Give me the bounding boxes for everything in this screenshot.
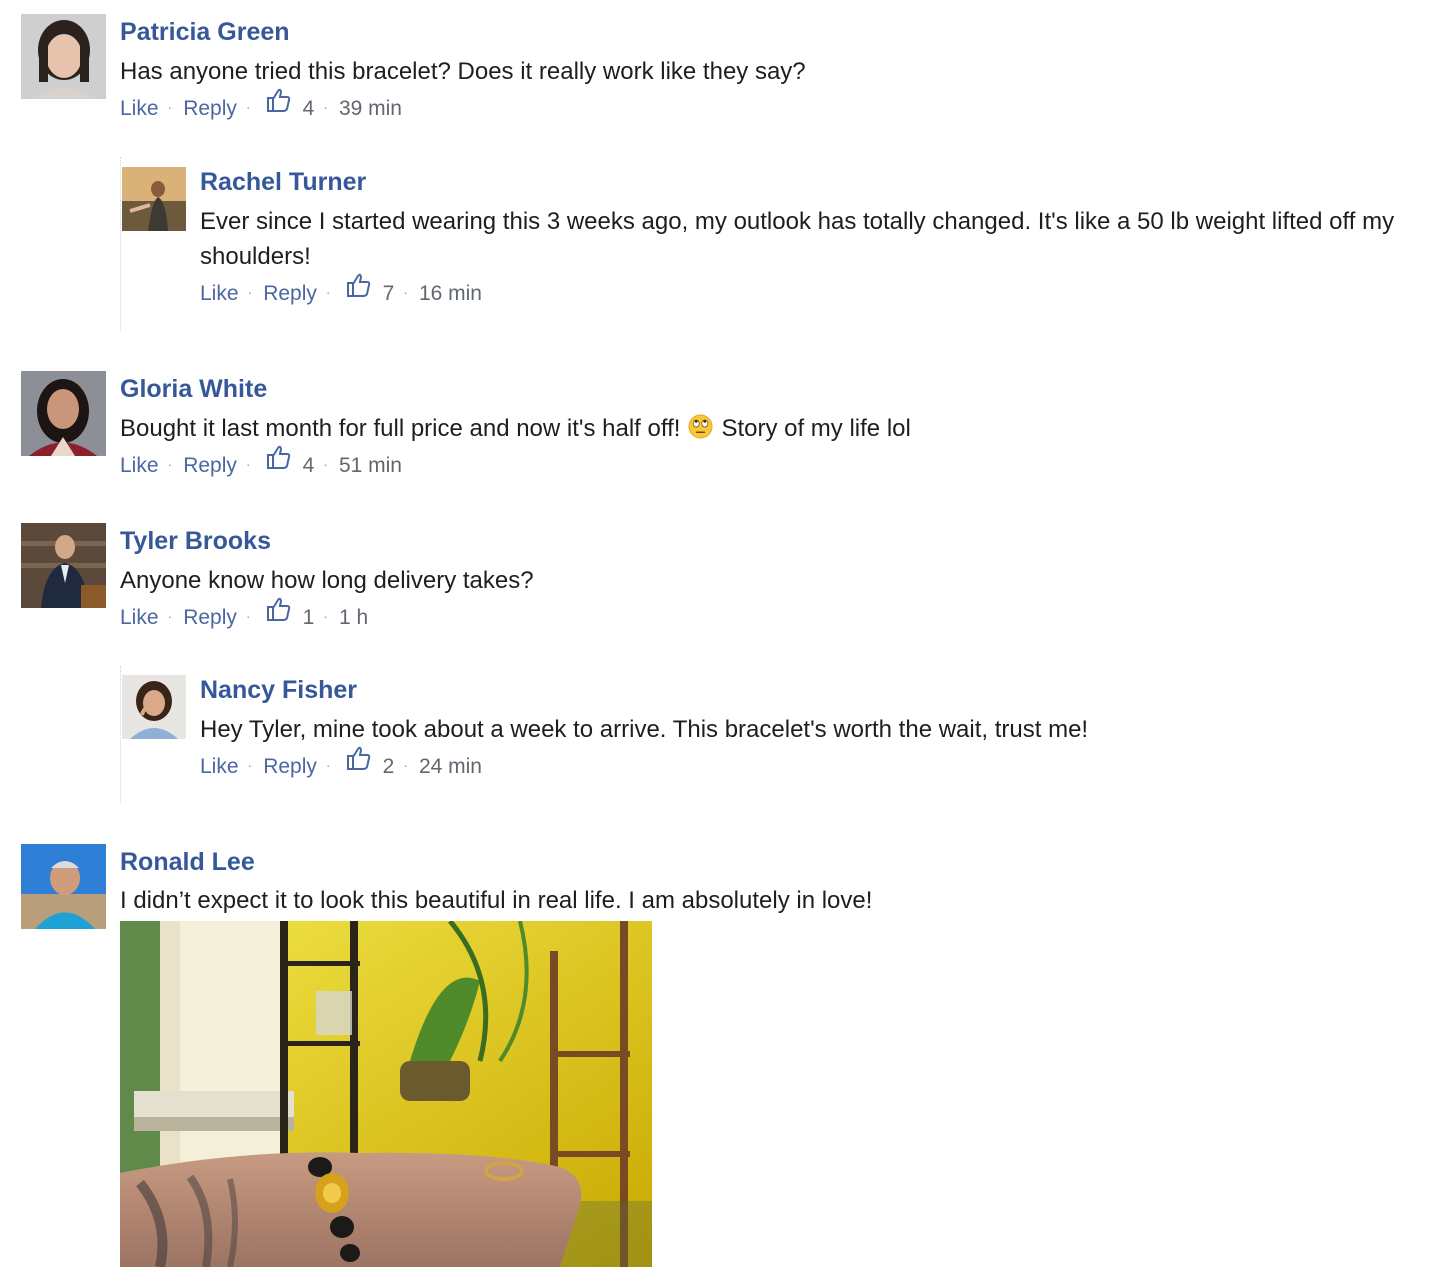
separator-dot: · [247,757,253,773]
reply-thread: Rachel Turner Ever since I started weari… [120,157,1451,331]
comment-author[interactable]: Rachel Turner [200,167,1450,197]
comment-time[interactable]: 16 min [419,282,482,306]
comment-text: Hey Tyler, mine took about a week to arr… [200,716,1089,743]
face-with-rolling-eyes-emoji [688,414,713,439]
comment-time[interactable]: 51 min [339,454,402,478]
avatar[interactable] [122,167,186,231]
thumbs-up-icon[interactable] [265,596,291,622]
separator-dot: · [323,608,328,624]
separator-dot: · [167,99,173,115]
separator-dot: · [323,99,328,115]
reply-link[interactable]: Reply [263,755,317,779]
avatar-image [21,523,106,608]
like-count: 7 [382,282,395,305]
like-count: 4 [302,97,315,120]
reply-link[interactable]: Reply [183,97,237,121]
avatar-image [122,167,186,231]
thumbs-up-icon[interactable] [265,87,291,113]
separator-dot: · [245,99,251,115]
avatar[interactable] [21,523,106,608]
separator-dot: · [403,757,408,773]
comment-author[interactable]: Tyler Brooks [120,526,534,556]
reply-thread: Nancy Fisher Hey Tyler, mine took about … [120,666,1451,804]
comment-actions: Like · Reply · 7 · 16 min [200,273,1450,306]
avatar-image [21,14,106,99]
separator-dot: · [325,757,331,773]
like-count: 1 [302,606,315,629]
avatar[interactable] [21,371,106,456]
comment-time[interactable]: 39 min [339,97,402,121]
comment-actions: Like · Reply · 2 · 24 min [200,746,1450,779]
reply-link[interactable]: Reply [183,606,237,630]
like-link[interactable]: Like [120,454,159,478]
separator-dot: · [245,456,251,472]
like-link[interactable]: Like [200,282,239,306]
comment-author[interactable]: Gloria White [120,374,911,404]
like-link[interactable]: Like [120,97,159,121]
reply-link[interactable]: Reply [183,454,237,478]
separator-dot: · [167,456,173,472]
avatar-image [21,371,106,456]
comment-actions: Like · Reply · 1 · 1 h [120,597,534,630]
separator-dot: · [247,284,253,300]
like-count: 4 [302,454,315,477]
comment-actions: Like · Reply · 4 · 51 min [120,445,911,478]
like-count: 2 [382,755,395,778]
like-link[interactable]: Like [120,606,159,630]
avatar[interactable] [21,844,106,929]
comment-actions: Like · Reply · 4 · 39 min [120,88,806,121]
bracelet-wrist-photo [120,921,652,1267]
comment-author[interactable]: Patricia Green [120,17,806,47]
comment-photo[interactable] [120,921,652,1267]
avatar-image [122,675,186,739]
comment-time[interactable]: 24 min [419,755,482,779]
avatar-image [21,844,106,929]
like-link[interactable]: Like [200,755,239,779]
comment-author[interactable]: Nancy Fisher [200,675,1450,705]
comment-time[interactable]: 1 h [339,606,368,630]
thumbs-up-icon[interactable] [345,745,371,771]
comment-author[interactable]: Ronald Lee [120,847,872,877]
separator-dot: · [325,284,331,300]
comment-text: Bought it last month for full price and … [120,411,911,446]
comment-text-part: Story of my life lol [721,415,911,442]
avatar[interactable] [122,675,186,739]
comment-text: Ever since I started wearing this 3 week… [200,208,1395,270]
reply-link[interactable]: Reply [263,282,317,306]
avatar[interactable] [21,14,106,99]
comment-text: Has anyone tried this bracelet? Does it … [120,58,806,85]
comment-text-part: Bought it last month for full price and … [120,415,681,442]
separator-dot: · [323,456,328,472]
comment-text: Anyone know how long delivery takes? [120,567,534,594]
thumbs-up-icon[interactable] [345,272,371,298]
separator-dot: · [403,284,408,300]
thumbs-up-icon[interactable] [265,444,291,470]
separator-dot: · [167,608,173,624]
comment-text: I didn’t expect it to look this beautifu… [120,887,873,914]
separator-dot: · [245,608,251,624]
